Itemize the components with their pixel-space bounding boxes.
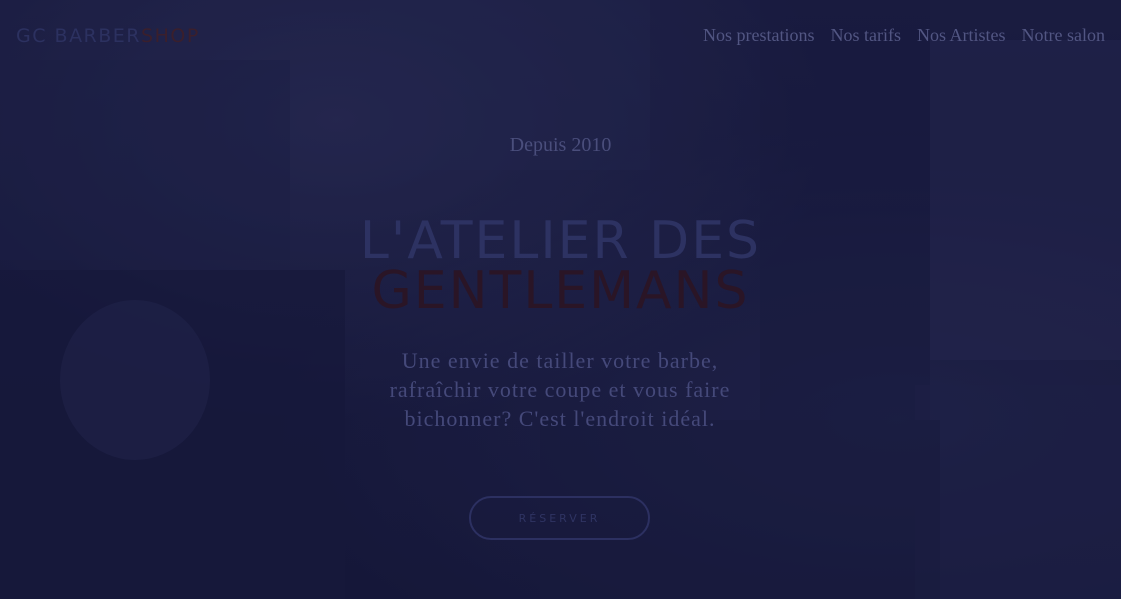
main-navigation: Nos prestations Nos tarifs Nos Artistes … [703, 23, 1105, 47]
nav-link-tarifs[interactable]: Nos tarifs [831, 23, 902, 47]
hero-tagline: Une envie de tailler votre barbe, rafraî… [389, 348, 731, 431]
logo-text-primary: GC BARBER [16, 25, 142, 47]
logo-text-accent: SHOP [141, 25, 200, 47]
reserve-button[interactable]: RÉSERVER [469, 496, 650, 540]
nav-link-artistes[interactable]: Nos Artistes [917, 23, 1006, 47]
hero-title: L'ATELIER DES GENTLEMANS [0, 211, 1121, 321]
hero-since-text: Depuis 2010 [509, 134, 612, 156]
nav-link-prestations[interactable]: Nos prestations [703, 23, 815, 47]
nav-link-salon[interactable]: Notre salon [1022, 23, 1105, 47]
top-navbar: GC BARBERSHOP Nos prestations Nos tarifs… [0, 0, 1121, 70]
hero-title-line2: GENTLEMANS [371, 261, 750, 321]
hero-title-line1: L'ATELIER DES [359, 211, 762, 271]
site-logo[interactable]: GC BARBERSHOP [16, 24, 200, 48]
